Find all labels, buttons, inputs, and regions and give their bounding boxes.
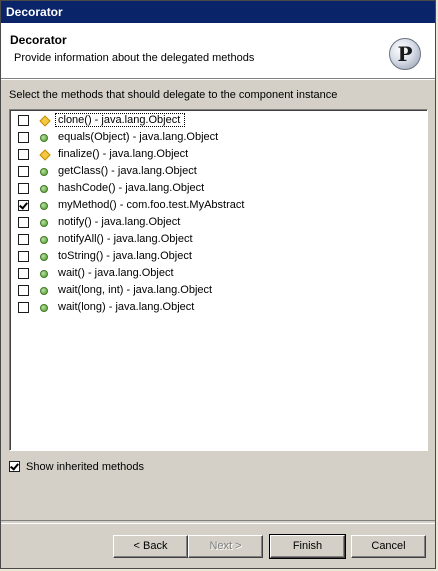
public-dot-icon <box>40 304 48 312</box>
public-dot-icon <box>40 253 48 261</box>
method-checkbox[interactable] <box>18 302 29 313</box>
method-label: hashCode() - java.lang.Object <box>58 182 205 194</box>
show-inherited-label: Show inherited methods <box>26 461 145 473</box>
method-checkbox[interactable] <box>18 149 29 160</box>
method-row[interactable]: clone() - java.lang.Object <box>10 113 427 130</box>
method-label: getClass() - java.lang.Object <box>58 165 197 177</box>
cancel-button[interactable]: Cancel <box>351 535 426 558</box>
header-divider <box>1 79 435 80</box>
method-checkbox[interactable] <box>18 251 29 262</box>
method-checkbox[interactable] <box>18 234 29 245</box>
public-dot-icon <box>40 219 48 227</box>
method-checkbox[interactable] <box>18 285 29 296</box>
window-title: Decorator <box>1 1 435 23</box>
decorator-dialog: Decorator Decorator Provide information … <box>0 0 436 569</box>
method-row[interactable]: hashCode() - java.lang.Object <box>10 181 427 198</box>
public-dot-icon <box>40 287 48 295</box>
public-dot-icon <box>40 202 48 210</box>
method-checkbox[interactable] <box>18 115 29 126</box>
back-button[interactable]: < Back <box>113 535 188 558</box>
method-checkbox[interactable] <box>18 217 29 228</box>
method-checkbox[interactable] <box>18 166 29 177</box>
method-label: notifyAll() - java.lang.Object <box>58 233 193 245</box>
public-dot-icon <box>40 236 48 244</box>
p-logo-icon: P <box>389 38 421 70</box>
method-label: myMethod() - com.foo.test.MyAbstract <box>58 199 245 211</box>
method-label: wait(long) - java.lang.Object <box>58 301 195 313</box>
protected-diamond-icon <box>39 149 51 161</box>
method-checkbox[interactable] <box>18 200 29 211</box>
method-row[interactable]: notify() - java.lang.Object <box>10 215 427 232</box>
protected-diamond-icon <box>39 115 51 127</box>
public-dot-icon <box>40 270 48 278</box>
wizard-header: Decorator Provide information about the … <box>1 23 435 79</box>
method-label: notify() - java.lang.Object <box>58 216 181 228</box>
method-row[interactable]: wait(long) - java.lang.Object <box>10 300 427 317</box>
method-row[interactable]: notifyAll() - java.lang.Object <box>10 232 427 249</box>
method-label: wait() - java.lang.Object <box>58 267 174 279</box>
public-dot-icon <box>40 168 48 176</box>
method-row[interactable]: equals(Object) - java.lang.Object <box>10 130 427 147</box>
method-label: equals(Object) - java.lang.Object <box>58 131 219 143</box>
checkbox-icon[interactable] <box>9 461 20 472</box>
finish-button[interactable]: Finish <box>269 534 346 559</box>
method-row[interactable]: wait(long, int) - java.lang.Object <box>10 283 427 300</box>
next-button[interactable]: Next > <box>188 535 263 558</box>
public-dot-icon <box>40 134 48 142</box>
method-row[interactable]: wait() - java.lang.Object <box>10 266 427 283</box>
method-label: finalize() - java.lang.Object <box>58 148 189 160</box>
page-title: Decorator <box>10 33 67 47</box>
public-dot-icon <box>40 185 48 193</box>
method-checkbox[interactable] <box>18 268 29 279</box>
method-row[interactable]: getClass() - java.lang.Object <box>10 164 427 181</box>
button-bar-divider <box>1 520 435 524</box>
method-label: wait(long, int) - java.lang.Object <box>58 284 213 296</box>
instruction-label: Select the methods that should delegate … <box>9 89 338 101</box>
method-list[interactable]: clone() - java.lang.Object equals(Object)… <box>9 109 428 451</box>
method-checkbox[interactable] <box>18 183 29 194</box>
page-description: Provide information about the delegated … <box>14 52 255 64</box>
method-label: toString() - java.lang.Object <box>58 250 192 262</box>
method-row[interactable]: finalize() - java.lang.Object <box>10 147 427 164</box>
method-label: clone() - java.lang.Object <box>55 113 185 127</box>
method-checkbox[interactable] <box>18 132 29 143</box>
method-row[interactable]: myMethod() - com.foo.test.MyAbstract <box>10 198 427 215</box>
method-row[interactable]: toString() - java.lang.Object <box>10 249 427 266</box>
